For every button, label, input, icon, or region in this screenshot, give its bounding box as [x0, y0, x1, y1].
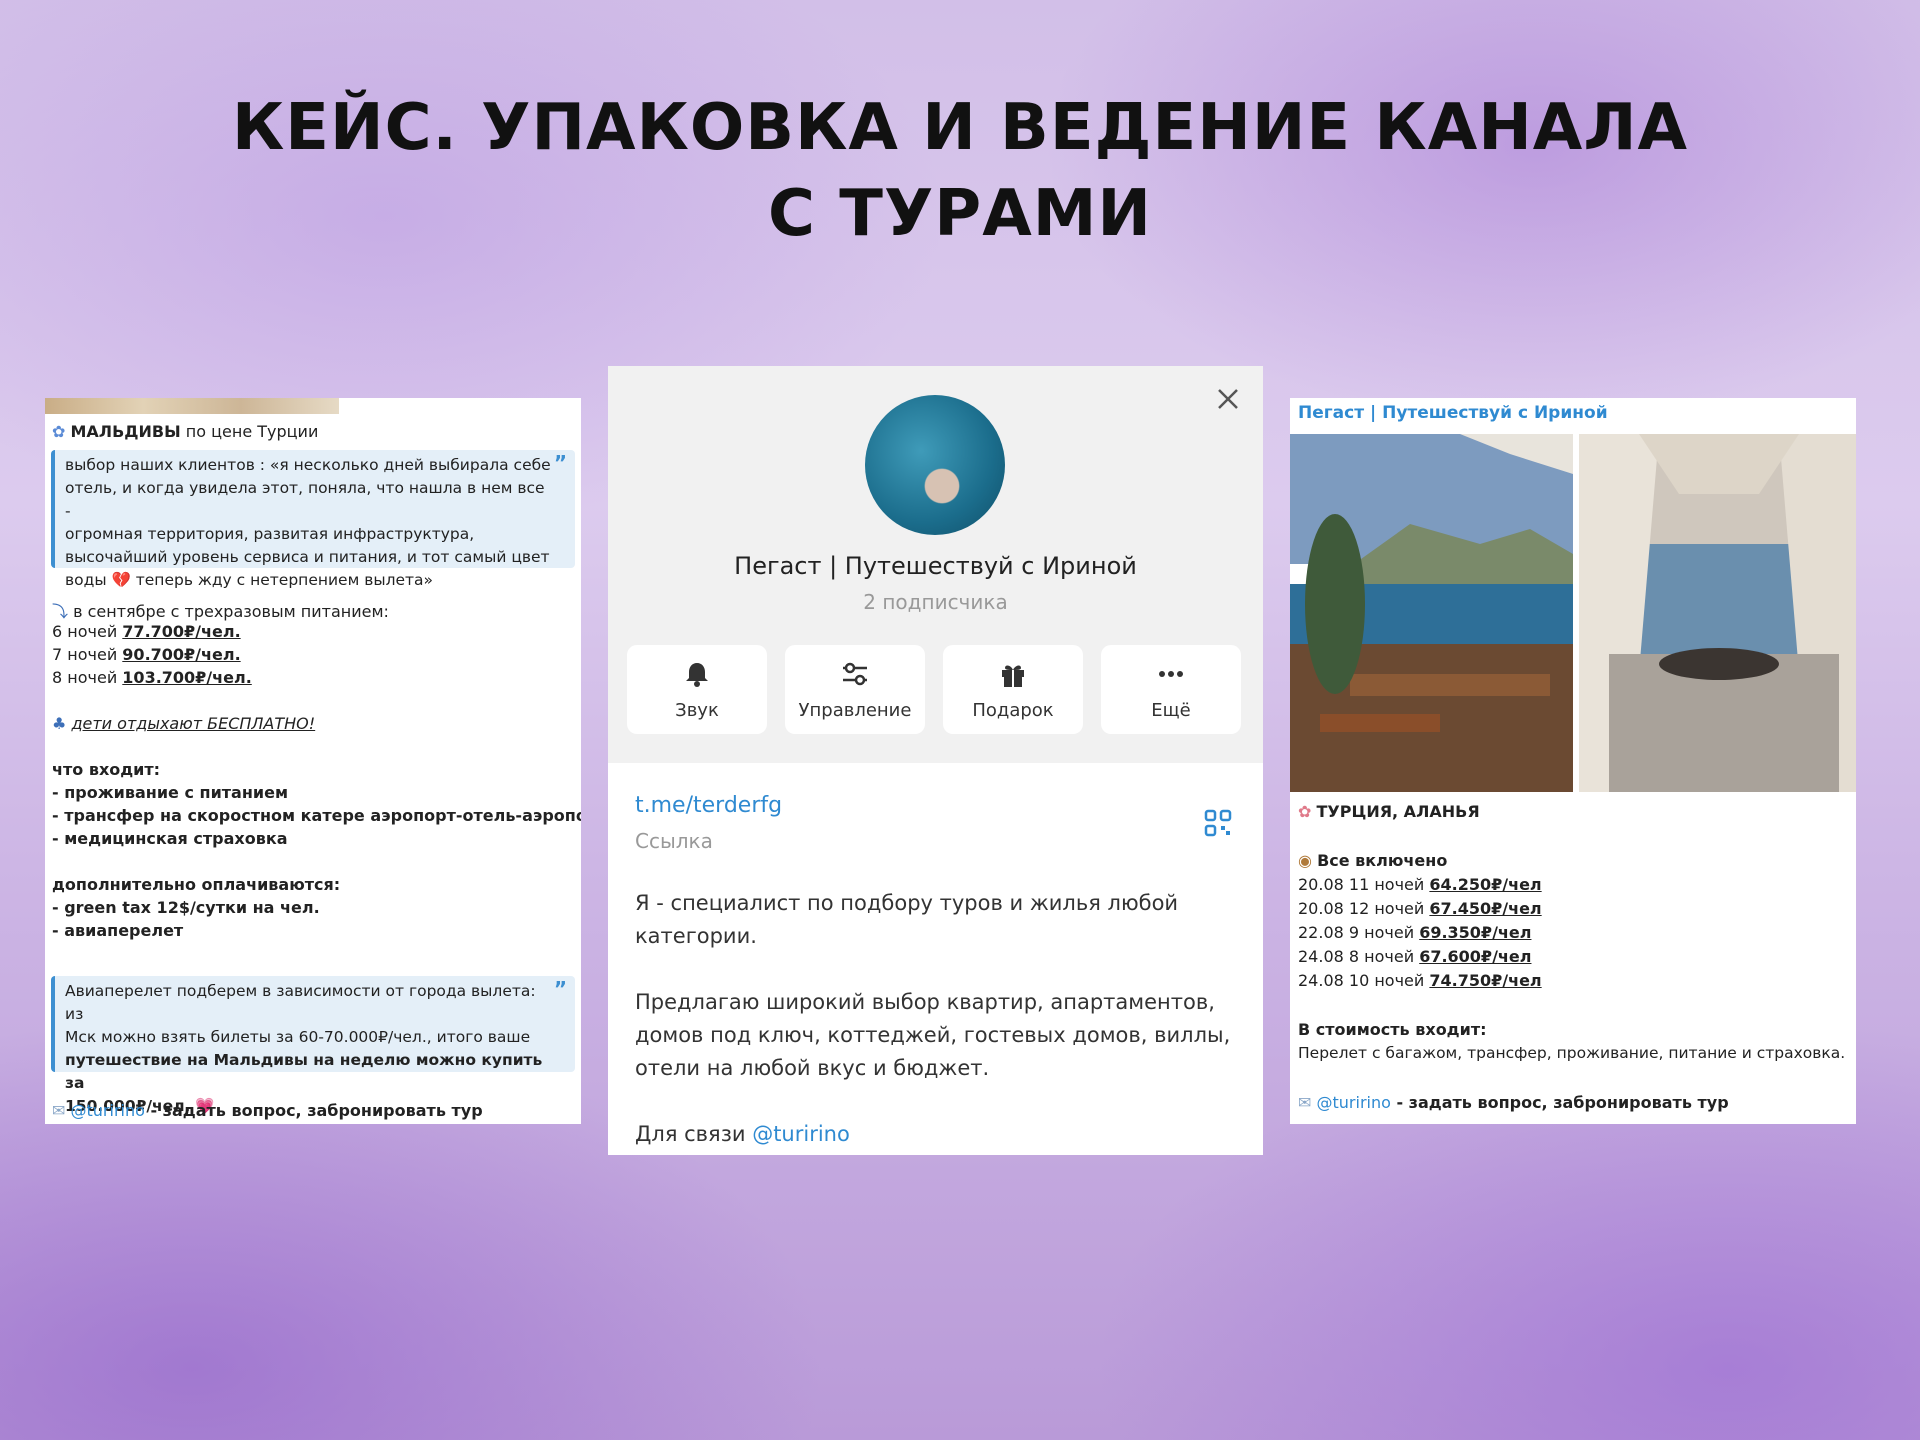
profile-header: Пегаст | Путешествуй с Ириной 2 подписчи…	[608, 366, 1263, 763]
price-row: 7 ночей 90.700₽/чел.	[52, 645, 241, 664]
price-row: 6 ночей 77.700₽/чел.	[52, 622, 241, 641]
price-link[interactable]: 103.700₽/чел.	[122, 668, 251, 687]
price-row: 8 ночей 103.700₽/чел.	[52, 668, 252, 687]
bell-icon	[686, 663, 708, 687]
bio-paragraph-1: Я - специалист по подбору туров и жилья …	[635, 891, 1179, 948]
post-heading: ✿ ТУРЦИЯ, АЛАНЬЯ	[1298, 802, 1480, 821]
turkey-post: Пегаст | Путешествуй с Ириной ✿ ТУРЦИЯ, …	[1290, 398, 1856, 1124]
price-link[interactable]: 67.450₽/чел	[1429, 899, 1541, 918]
title-line-2: С ТУРАМИ	[768, 177, 1152, 251]
tour-row: 20.08 12 ночей 67.450₽/чел	[1298, 899, 1542, 918]
more-icon	[1159, 671, 1183, 677]
includes-item: - трансфер на скоростном катере аэропорт…	[52, 806, 581, 825]
includes-item: - проживание с питанием	[52, 783, 289, 802]
channel-link[interactable]: t.me/terderfg	[635, 793, 782, 818]
tour-row: 24.08 10 ночей 74.750₽/чел	[1298, 971, 1542, 990]
food-icon: ◉	[1298, 851, 1312, 870]
manage-button[interactable]: Управление	[785, 645, 925, 734]
price-link[interactable]: 67.600₽/чел	[1419, 947, 1531, 966]
all-inclusive-line: ◉ Все включено	[1298, 851, 1448, 870]
title-line-1: КЕЙС. УПАКОВКА И ВЕДЕНИЕ КАНАЛА	[231, 91, 1689, 165]
cafe-photo[interactable]	[1290, 434, 1573, 792]
includes-item: - медицинская страховка	[52, 829, 288, 848]
september-line: ⤵ в сентябре с трехразовым питанием:	[52, 602, 389, 621]
includes-title: что входит:	[52, 760, 161, 779]
gift-icon	[1002, 665, 1024, 687]
page-title: КЕЙС. УПАКОВКА И ВЕДЕНИЕ КАНАЛА С ТУРАМИ	[0, 85, 1920, 257]
kids-line: ♣ дети отдыхают БЕСПЛАТНО!	[52, 714, 316, 733]
link-caption: Ссылка	[635, 829, 713, 853]
channel-profile: Пегаст | Путешествуй с Ириной 2 подписчи…	[608, 366, 1263, 1155]
close-icon[interactable]	[1213, 384, 1243, 414]
broken-heart-icon: 💔	[111, 571, 131, 589]
tour-row: 22.08 9 ночей 69.350₽/чел	[1298, 923, 1532, 942]
includes-text: Перелет с багажом, трансфер, проживание,…	[1298, 1044, 1846, 1062]
price-link[interactable]: 77.700₽/чел.	[122, 622, 240, 641]
mail-icon: ✉	[1298, 1093, 1312, 1112]
gift-button[interactable]: Подарок	[943, 645, 1083, 734]
quote-icon: ”	[553, 977, 567, 1001]
contact-handle-link[interactable]: @turirino	[71, 1101, 145, 1120]
extras-title: дополнительно оплачиваются:	[52, 875, 341, 894]
sound-button[interactable]: Звук	[627, 645, 767, 734]
qr-code-icon[interactable]	[1204, 809, 1232, 837]
extras-item: - авиаперелет	[52, 921, 184, 940]
subscriber-count: 2 подписчика	[863, 590, 1008, 614]
includes-title: В стоимость входит:	[1298, 1020, 1487, 1039]
price-link[interactable]: 74.750₽/чел	[1429, 971, 1541, 990]
bio-paragraph-2: Предлагаю широкий выбор квартир, апартам…	[635, 990, 1231, 1080]
more-button[interactable]: Ещё	[1101, 645, 1241, 734]
flight-quote: ” Авиаперелет подберем в зависимости от …	[51, 976, 575, 1115]
cabana-photo[interactable]	[1579, 434, 1856, 792]
flower-icon: ✿	[1298, 802, 1312, 821]
tour-row: 20.08 11 ночей 64.250₽/чел	[1298, 875, 1542, 894]
extras-item: - green tax 12$/сутки на чел.	[52, 898, 320, 917]
channel-name[interactable]: Пегаст | Путешествуй с Ириной	[1298, 403, 1608, 423]
contact-handle-link[interactable]: @turirino	[1317, 1093, 1391, 1112]
channel-name: Пегаст | Путешествуй с Ириной	[734, 552, 1137, 580]
photo-strip	[45, 398, 339, 414]
price-link[interactable]: 69.350₽/чел	[1419, 923, 1531, 942]
arrow-icon: ⤵	[52, 602, 69, 621]
bio-contact: Для связи @turirino	[635, 1122, 850, 1146]
flower-icon: ✿	[52, 422, 66, 441]
contact-handle-link[interactable]: @turirino	[752, 1122, 850, 1146]
post-heading: ✿ МАЛЬДИВЫ по цене Турции	[52, 422, 319, 441]
kids-icon: ♣	[52, 714, 67, 733]
contact-line: ✉ @turirino - задать вопрос, забронирова…	[1298, 1093, 1729, 1112]
price-link[interactable]: 64.250₽/чел	[1429, 875, 1541, 894]
contact-line: ✉ @turirino - задать вопрос, забронирова…	[52, 1101, 483, 1120]
sliders-icon	[843, 662, 867, 686]
tour-row: 24.08 8 ночей 67.600₽/чел	[1298, 947, 1532, 966]
client-quote: ” выбор наших клиентов : «я несколько дн…	[51, 450, 575, 589]
channel-avatar[interactable]	[865, 395, 1005, 535]
maldives-post: ✿ МАЛЬДИВЫ по цене Турции ” выбор наших …	[45, 398, 581, 1124]
quote-icon: ”	[553, 451, 567, 475]
price-link[interactable]: 90.700₽/чел.	[122, 645, 240, 664]
mail-icon: ✉	[52, 1101, 66, 1120]
